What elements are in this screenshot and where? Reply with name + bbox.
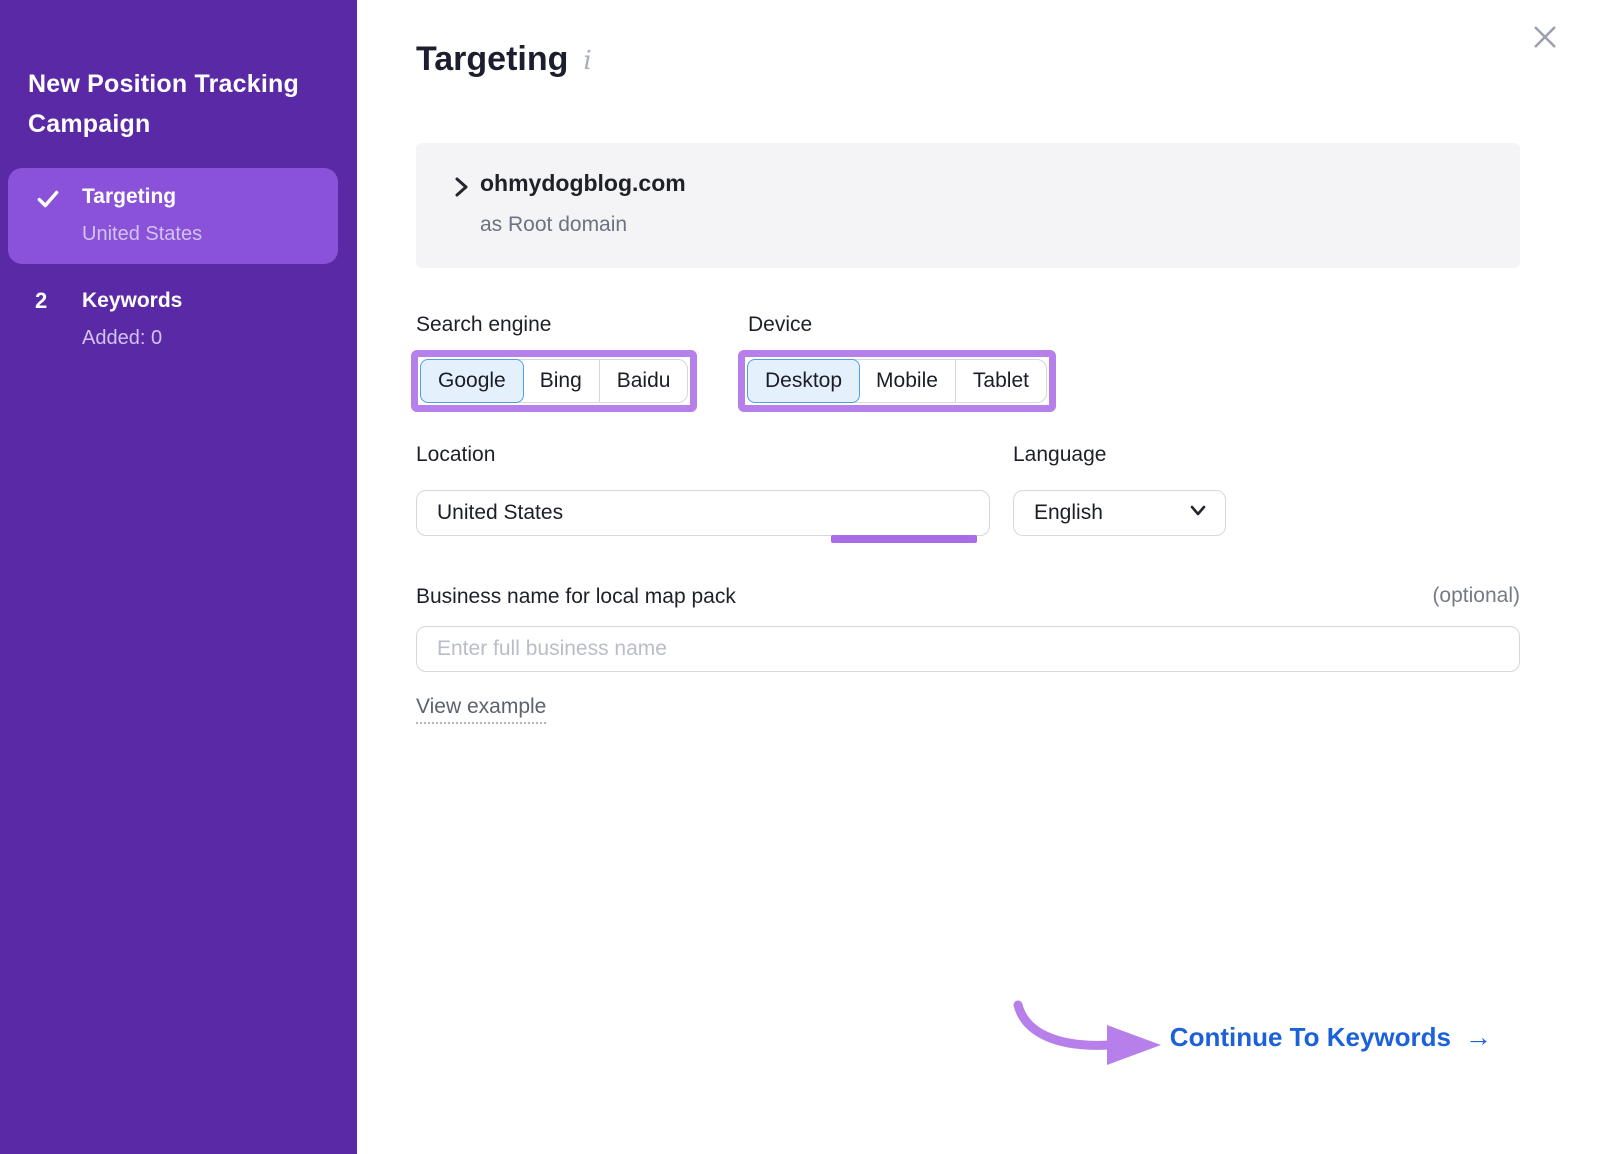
sidebar: New Position Tracking Campaign Targeting… — [0, 0, 357, 1154]
page-title: Targeting — [416, 40, 568, 79]
step-number: 2 — [35, 287, 65, 315]
chevron-right-icon — [449, 175, 473, 204]
campaign-title: New Position Tracking Campaign — [28, 64, 348, 144]
segment-bing[interactable]: Bing — [523, 360, 599, 402]
optional-note: (optional) — [416, 584, 1520, 608]
step-label-keywords: Keywords — [82, 287, 182, 315]
chevron-down-icon — [1187, 499, 1209, 527]
language-label: Language — [1013, 442, 1106, 468]
close-button[interactable] — [1525, 18, 1565, 58]
search-engine-label: Search engine — [416, 312, 551, 338]
step-sublabel-keywords: Added: 0 — [82, 325, 182, 351]
device-control: Desktop Mobile Tablet — [747, 359, 1047, 403]
segment-mobile[interactable]: Mobile — [859, 360, 955, 402]
location-input[interactable] — [416, 490, 990, 536]
search-engine-control: Google Bing Baidu — [420, 359, 688, 403]
step-sublabel-targeting: United States — [82, 221, 202, 247]
step-label-targeting: Targeting — [82, 183, 202, 211]
segment-google[interactable]: Google — [420, 359, 524, 403]
search-engine-annotation-box: Google Bing Baidu — [411, 350, 697, 412]
new-campaign-modal: New Position Tracking Campaign Targeting… — [0, 0, 1600, 1154]
continue-label: Continue To Keywords — [1170, 1022, 1451, 1053]
info-icon[interactable]: i — [583, 46, 591, 76]
location-label: Location — [416, 442, 495, 468]
location-annotation-underline — [831, 535, 977, 543]
business-name-input[interactable] — [416, 626, 1520, 672]
check-icon — [35, 183, 65, 219]
domain-scope: as Root domain — [480, 213, 627, 237]
main-panel: Targeting i ohmydogblog.com as Root doma… — [357, 0, 1600, 1154]
domain-panel[interactable]: ohmydogblog.com as Root domain — [416, 143, 1520, 268]
language-value: English — [1034, 501, 1103, 525]
close-icon — [1527, 43, 1563, 58]
language-select[interactable]: English — [1013, 490, 1226, 536]
step-text: Keywords Added: 0 — [82, 287, 182, 351]
arrow-right-icon: → — [1465, 1024, 1492, 1051]
domain-name: ohmydogblog.com — [480, 170, 686, 197]
sidebar-item-targeting[interactable]: Targeting United States — [8, 168, 338, 264]
step-text: Targeting United States — [82, 183, 202, 247]
segment-desktop[interactable]: Desktop — [747, 359, 860, 403]
device-annotation-box: Desktop Mobile Tablet — [738, 350, 1056, 412]
continue-to-keywords-button[interactable]: Continue To Keywords → — [1170, 1022, 1492, 1053]
annotation-arrow-icon — [1008, 998, 1173, 1073]
sidebar-item-keywords[interactable]: 2 Keywords Added: 0 — [8, 272, 338, 368]
view-example-link[interactable]: View example — [416, 695, 546, 724]
segment-baidu[interactable]: Baidu — [599, 360, 688, 402]
device-label: Device — [748, 312, 812, 338]
segment-tablet[interactable]: Tablet — [955, 360, 1046, 402]
